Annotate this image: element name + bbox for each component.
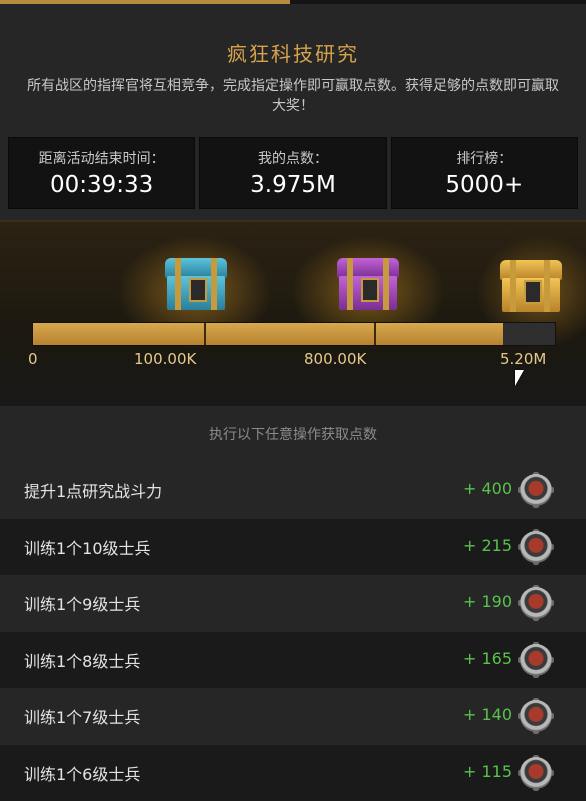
task-row: 训练1个8级士兵 + 165 <box>0 632 586 689</box>
task-name: 训练1个6级士兵 <box>24 761 140 785</box>
military-badge-icon <box>518 585 554 621</box>
time-remaining-value: 00:39:33 <box>9 172 194 198</box>
milestone-label-100k: 100.00K <box>134 350 196 368</box>
task-row: 训练1个10级士兵 + 215 <box>0 519 586 576</box>
task-name: 训练1个9级士兵 <box>24 591 140 615</box>
task-points: + 215 <box>463 536 512 555</box>
task-name: 提升1点研究战斗力 <box>24 478 162 502</box>
my-points-label: 我的点数： <box>200 148 385 168</box>
my-points-stat: 我的点数： 3.975M <box>199 137 386 209</box>
task-points: + 115 <box>463 762 512 781</box>
event-header: 疯狂科技研究 所有战区的指挥官将互相竞争，完成指定操作即可赢取点数。获得足够的点… <box>0 4 586 220</box>
gold-chest-icon[interactable] <box>500 260 560 312</box>
milestone-divider <box>204 323 206 345</box>
time-remaining-label: 距离活动结束时间： <box>9 148 194 168</box>
leaderboard-label: 排行榜： <box>392 148 577 168</box>
military-badge-icon <box>518 698 554 734</box>
task-row: 提升1点研究战斗力 + 400 <box>0 462 586 519</box>
blue-chest-icon[interactable] <box>165 258 227 310</box>
reward-progress-panel: 0 100.00K 800.00K 5.20M <box>0 220 586 408</box>
task-row: 训练1个9级士兵 + 190 <box>0 575 586 632</box>
task-instruction: 执行以下任意操作获取点数 <box>0 424 586 444</box>
task-name: 训练1个7级士兵 <box>24 704 140 728</box>
purple-chest-icon[interactable] <box>337 258 399 310</box>
progress-bar-fill <box>33 323 503 345</box>
milestone-label-5-20m: 5.20M <box>500 350 546 368</box>
my-points-value: 3.975M <box>200 172 385 198</box>
task-row: 训练1个7级士兵 + 140 <box>0 688 586 745</box>
task-points: + 140 <box>463 705 512 724</box>
event-description: 所有战区的指挥官将互相竞争，完成指定操作即可赢取点数。获得足够的点数即可赢取大奖… <box>24 76 562 116</box>
task-name: 训练1个10级士兵 <box>24 535 151 559</box>
military-badge-icon <box>518 642 554 678</box>
milestone-label-0: 0 <box>28 350 38 368</box>
leaderboard-stat[interactable]: 排行榜： 5000+ <box>391 137 578 209</box>
mouse-cursor-icon <box>515 370 524 386</box>
task-points: + 400 <box>463 479 512 498</box>
milestone-divider <box>374 323 376 345</box>
stats-row: 距离活动结束时间： 00:39:33 我的点数： 3.975M 排行榜： 500… <box>8 137 578 209</box>
task-name: 训练1个8级士兵 <box>24 648 140 672</box>
event-title: 疯狂科技研究 <box>0 38 586 67</box>
task-points: + 165 <box>463 649 512 668</box>
military-badge-icon <box>518 755 554 791</box>
military-badge-icon <box>518 529 554 565</box>
time-remaining-stat: 距离活动结束时间： 00:39:33 <box>8 137 195 209</box>
military-badge-icon <box>518 472 554 508</box>
task-row: 训练1个6级士兵 + 115 <box>0 745 586 801</box>
milestone-label-800k: 800.00K <box>304 350 366 368</box>
leaderboard-value: 5000+ <box>392 172 577 198</box>
task-points: + 190 <box>463 592 512 611</box>
points-progress-bar <box>32 322 556 346</box>
task-section: 执行以下任意操作获取点数 提升1点研究战斗力 + 400 训练1个10级士兵 +… <box>0 406 586 784</box>
task-list: 提升1点研究战斗力 + 400 训练1个10级士兵 + 215 训练1个9级士兵… <box>0 462 586 801</box>
